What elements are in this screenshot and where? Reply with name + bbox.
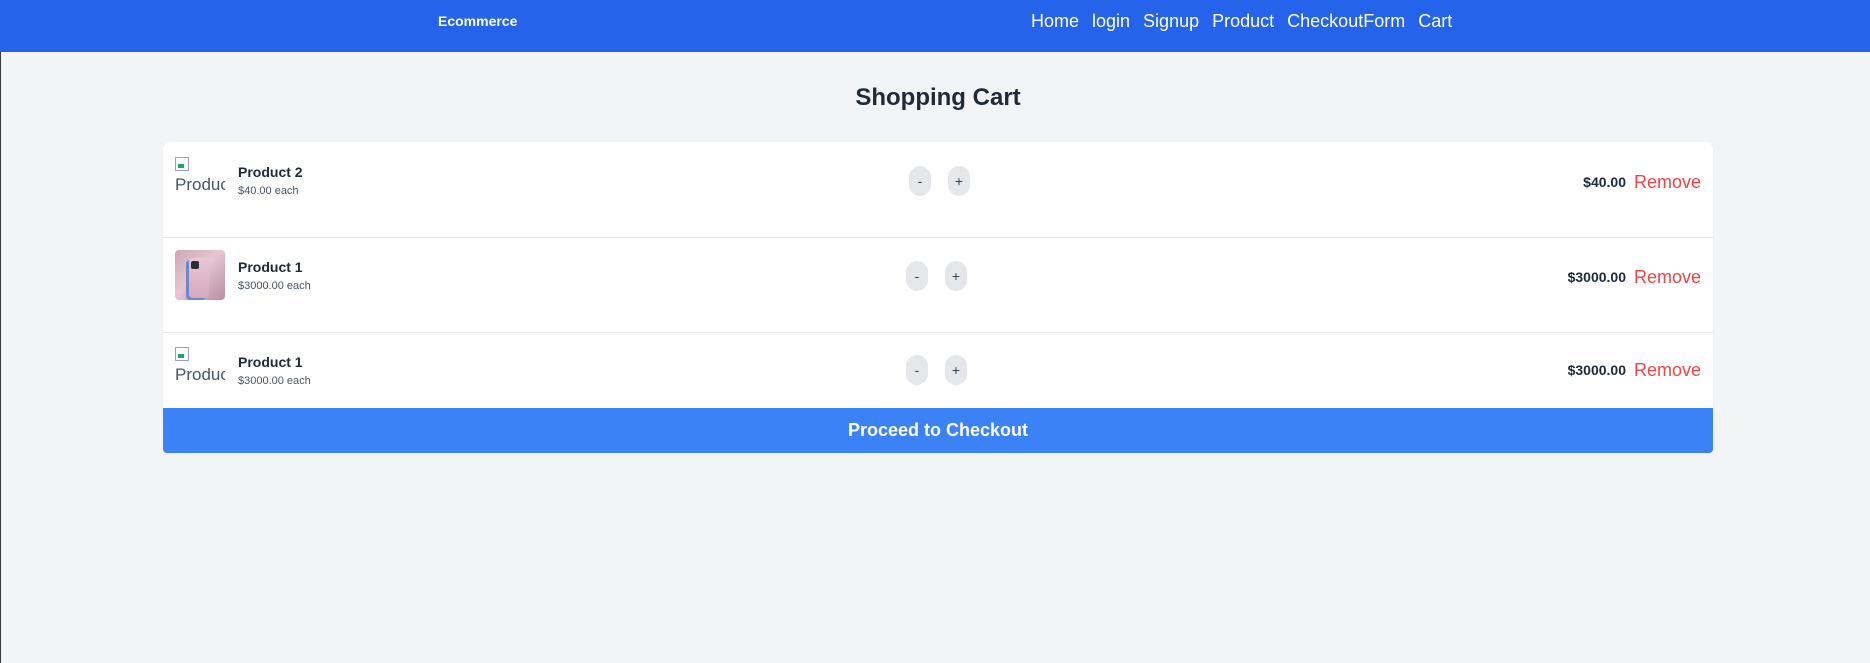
item-info: Product 1 $3000.00 each bbox=[238, 258, 311, 293]
broken-image-icon bbox=[175, 157, 189, 171]
remove-button[interactable]: Remove bbox=[1634, 266, 1701, 288]
item-line-total: $3000.00 bbox=[1567, 269, 1626, 285]
nav-link-cart[interactable]: Cart bbox=[1418, 10, 1452, 32]
item-name: Product 2 bbox=[238, 164, 303, 180]
product-image-alt: Produc bbox=[175, 365, 225, 384]
product-image bbox=[175, 250, 225, 300]
broken-image-icon bbox=[175, 347, 189, 361]
item-line-total: $3000.00 bbox=[1567, 362, 1626, 378]
decrement-button[interactable]: - bbox=[906, 355, 928, 385]
item-unit-price: $3000.00 each bbox=[238, 280, 311, 292]
nav-link-signup[interactable]: Signup bbox=[1143, 10, 1199, 32]
product-image-alt: Produc bbox=[175, 175, 225, 194]
item-info: Product 2 $40.00 each bbox=[238, 163, 303, 198]
page-title: Shopping Cart bbox=[855, 84, 1021, 111]
product-image-broken: Produc bbox=[175, 155, 225, 205]
nav-link-login[interactable]: login bbox=[1092, 10, 1130, 32]
nav-links: Home login Signup Product CheckoutForm C… bbox=[1031, 10, 1452, 32]
remove-button[interactable]: Remove bbox=[1634, 359, 1701, 381]
remove-button[interactable]: Remove bbox=[1634, 171, 1701, 193]
product-image-broken: Produc bbox=[175, 345, 225, 395]
item-unit-price: $3000.00 each bbox=[238, 375, 311, 387]
item-name: Product 1 bbox=[238, 354, 303, 370]
nav-link-home[interactable]: Home bbox=[1031, 10, 1079, 32]
cart-items-list: Produc Product 2 $40.00 each - + $40.00 … bbox=[163, 142, 1713, 408]
cart-item-row: Product 1 $3000.00 each - + $3000.00 Rem… bbox=[163, 237, 1713, 333]
increment-button[interactable]: + bbox=[945, 355, 967, 385]
item-line-total: $40.00 bbox=[1583, 174, 1626, 190]
item-unit-price: $40.00 each bbox=[238, 185, 299, 197]
nav-link-product[interactable]: Product bbox=[1212, 10, 1274, 32]
item-name: Product 1 bbox=[238, 259, 303, 275]
increment-button[interactable]: + bbox=[948, 166, 970, 196]
item-info: Product 1 $3000.00 each bbox=[238, 353, 311, 388]
proceed-to-checkout-button[interactable]: Proceed to Checkout bbox=[163, 408, 1713, 453]
top-navbar: Ecommerce Home login Signup Product Chec… bbox=[0, 0, 1870, 52]
camera-lens-icon bbox=[191, 261, 199, 269]
brand-logo[interactable]: Ecommerce bbox=[438, 12, 517, 30]
decrement-button[interactable]: - bbox=[909, 166, 931, 196]
cart-item-row: Produc Product 2 $40.00 each - + $40.00 … bbox=[163, 142, 1713, 238]
nav-link-checkoutform[interactable]: CheckoutForm bbox=[1287, 10, 1405, 32]
decrement-button[interactable]: - bbox=[906, 261, 928, 291]
increment-button[interactable]: + bbox=[945, 261, 967, 291]
